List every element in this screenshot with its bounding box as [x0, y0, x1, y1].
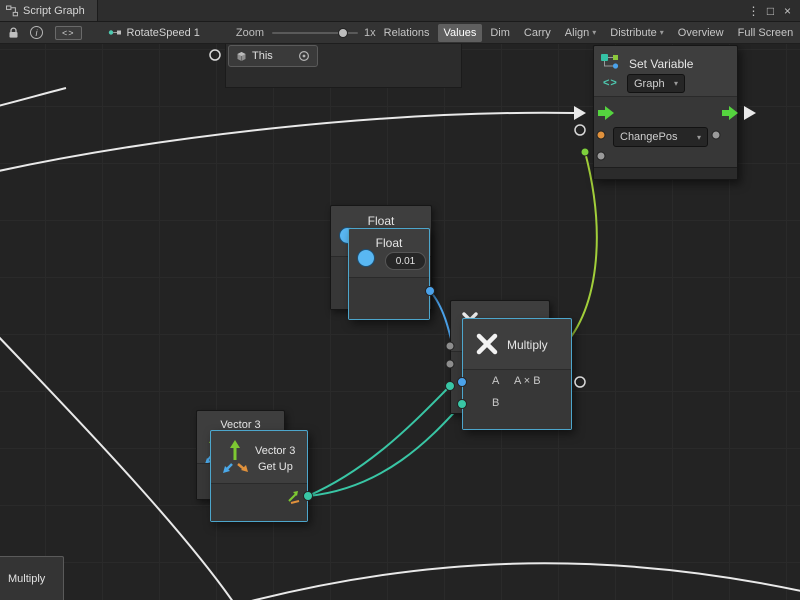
relations-button[interactable]: Relations	[378, 24, 436, 42]
window-close-button[interactable]: ×	[779, 4, 796, 18]
zoom-label: Zoom	[236, 27, 264, 39]
fullscreen-button[interactable]: Full Screen	[732, 24, 800, 42]
float-type-icon	[357, 249, 375, 267]
window-menu-button[interactable]: ⋮	[745, 4, 762, 18]
float-body	[349, 277, 429, 319]
window-controls: ⋮ □ ×	[745, 4, 800, 18]
zoom-slider-handle[interactable]	[338, 28, 348, 38]
float-value-input[interactable]: 0.01	[385, 252, 426, 270]
chevron-down-icon: ▾	[660, 28, 664, 37]
port-b-label: B	[492, 397, 499, 409]
multiply-shadow-port-b[interactable]	[446, 382, 455, 391]
code-toggle-button[interactable]: <>	[55, 26, 82, 40]
float-output-port[interactable]	[426, 287, 435, 296]
variable-name-value: ChangePos	[620, 131, 678, 143]
this-node-label: This	[252, 50, 273, 62]
variable-icon	[600, 53, 622, 71]
scope-value: Graph	[634, 78, 665, 90]
script-graph-icon	[6, 5, 18, 17]
align-button[interactable]: Align▾	[559, 24, 602, 42]
code-icon: <>	[603, 77, 618, 89]
tab-script-graph[interactable]: Script Graph	[0, 0, 98, 21]
window-maximize-button[interactable]: □	[762, 4, 779, 18]
zoom-value: 1x	[364, 27, 376, 39]
graph-asset-name: RotateSpeed 1	[127, 27, 200, 39]
node-title: Multiply	[507, 338, 548, 352]
node-title: Vector 3	[197, 411, 284, 431]
getup-output-port[interactable]	[304, 492, 313, 501]
window-titlebar: Script Graph ⋮ □ ×	[0, 0, 800, 22]
chevron-down-icon: ▾	[674, 79, 678, 88]
variable-scope-dropdown[interactable]: Graph ▾	[627, 74, 685, 93]
node-title: Float	[331, 206, 431, 228]
port-result-label: A × B	[514, 375, 541, 387]
corner-node-label: Multiply	[8, 573, 45, 585]
float-node[interactable]: Float 0.01	[348, 228, 430, 320]
port-a-label: A	[492, 375, 499, 387]
multiply-shadow-port-1[interactable]	[446, 342, 454, 350]
variable-name-dropdown[interactable]: ChangePos ▾	[613, 127, 708, 147]
graph-toolbar: i <> RotateSpeed 1 Zoom 1x Relations Val…	[0, 22, 800, 44]
multiply-icon	[475, 332, 499, 356]
node-footer	[594, 167, 737, 179]
overview-button[interactable]: Overview	[672, 24, 730, 42]
multiply-input-b-port[interactable]	[458, 400, 467, 409]
node-title: Vector 3	[255, 445, 295, 457]
lock-icon[interactable]	[4, 24, 22, 42]
setvariable-right-port[interactable]	[712, 131, 720, 139]
set-variable-node[interactable]: Set Variable <> Graph ▾ ChangePos ▾	[593, 45, 738, 180]
node-title: Set Variable	[629, 57, 693, 71]
multiply-shadow-port-2[interactable]	[446, 360, 454, 368]
this-node-panel[interactable]: This	[225, 38, 462, 88]
corner-node-multiply[interactable]: Multiply	[0, 556, 64, 600]
node-title: Float	[349, 229, 429, 250]
tab-title: Script Graph	[23, 5, 85, 17]
this-node[interactable]: This	[228, 45, 318, 67]
getup-node[interactable]: Vector 3 Get Up	[210, 430, 308, 522]
zoom-slider[interactable]	[272, 27, 358, 39]
chevron-down-icon: ▾	[592, 28, 596, 37]
cube-icon	[236, 51, 247, 62]
multiply-input-a-port[interactable]	[458, 378, 467, 387]
values-button[interactable]: Values	[438, 24, 483, 42]
carry-button[interactable]: Carry	[518, 24, 557, 42]
info-icon[interactable]: i	[30, 26, 43, 39]
getup-icon	[221, 438, 253, 478]
graph-asset-button[interactable]: RotateSpeed 1	[108, 27, 200, 39]
distribute-button[interactable]: Distribute▾	[604, 24, 669, 42]
this-output-port[interactable]	[298, 50, 310, 62]
node-subtitle: Get Up	[258, 461, 293, 473]
multiply-node[interactable]: Multiply A A × B B	[462, 318, 572, 430]
chevron-down-icon: ▾	[697, 133, 701, 142]
script-graph-window: This Set Variable <> Graph ▾ ChangePos ▾	[0, 0, 800, 600]
lime-wire-endpoint[interactable]	[581, 148, 589, 156]
dim-button[interactable]: Dim	[484, 24, 516, 42]
setvariable-variable-port[interactable]	[597, 131, 605, 139]
graph-asset-icon	[108, 27, 122, 38]
setvariable-value-port[interactable]	[597, 152, 605, 160]
